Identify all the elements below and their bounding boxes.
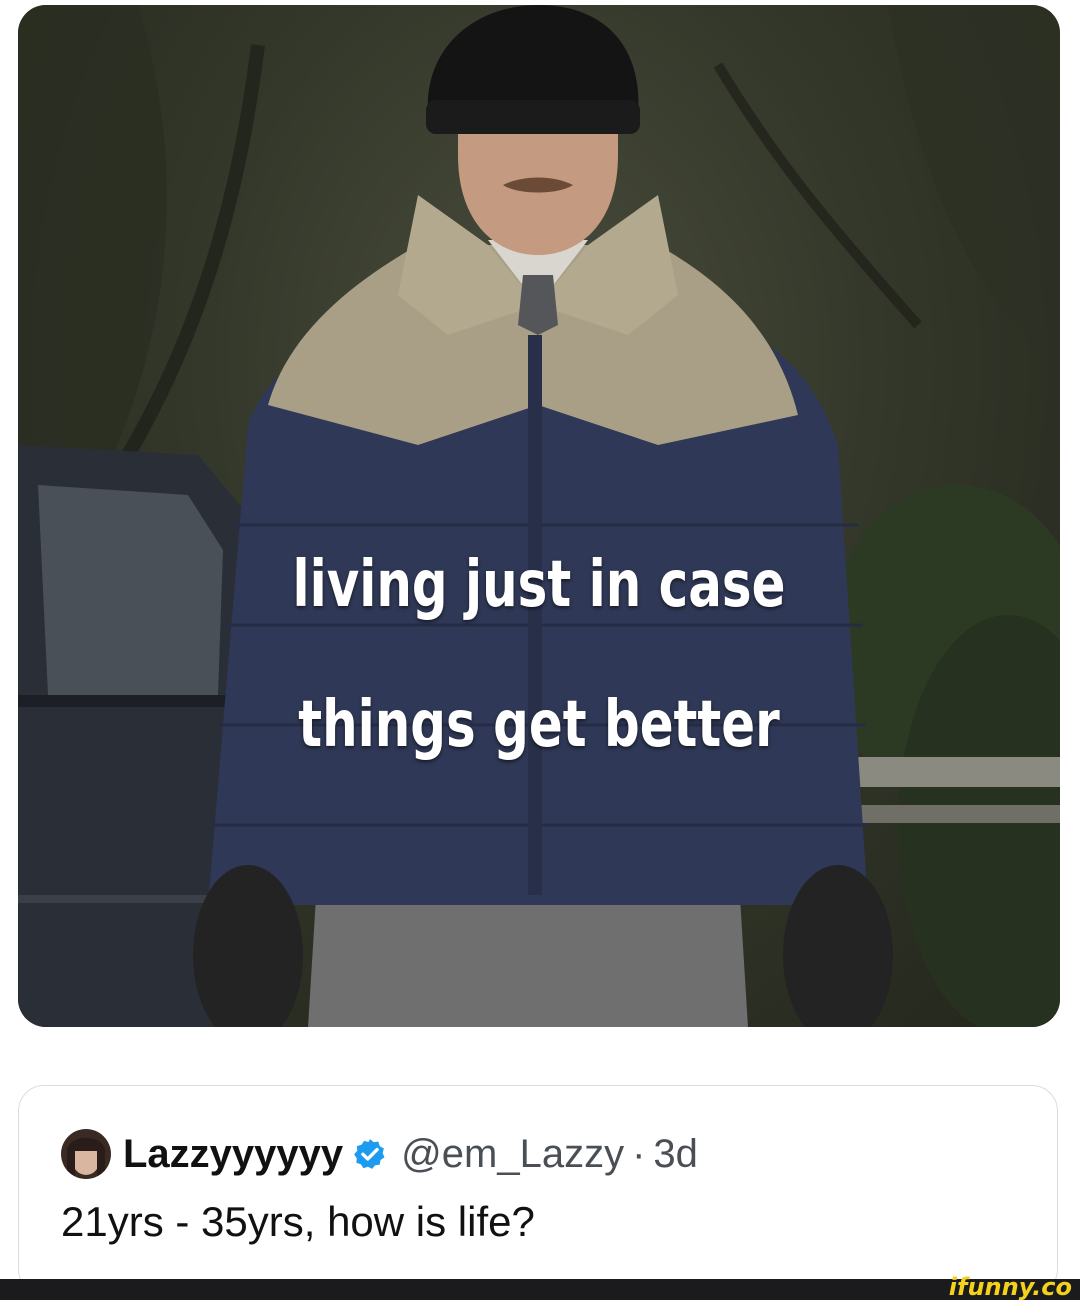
tweet-text: 21yrs - 35yrs, how is life? <box>61 1198 535 1245</box>
photo-illustration <box>18 5 1060 1027</box>
meme-photo: living just in case things get better <box>18 5 1060 1027</box>
ifunny-watermark: ifunny.co <box>948 1273 1072 1300</box>
tweet-header: Lazzyyyyyy @em_Lazzy · 3d <box>61 1124 698 1184</box>
tweet-age[interactable]: 3d <box>653 1132 698 1177</box>
avatar-image <box>61 1129 111 1179</box>
caption-line-1: living just in case <box>292 548 786 622</box>
caption-line-2: things get better <box>298 688 780 762</box>
verified-badge-icon <box>354 1139 385 1169</box>
user-handle[interactable]: @em_Lazzy <box>401 1132 624 1177</box>
tweet-card[interactable]: Lazzyyyyyy @em_Lazzy · 3d 21yrs - 35yrs,… <box>18 1085 1058 1295</box>
page: living just in case things get better La… <box>0 0 1080 1300</box>
avatar[interactable] <box>61 1129 111 1179</box>
separator-dot: · <box>632 1131 646 1176</box>
display-name[interactable]: Lazzyyyyyy <box>123 1132 343 1177</box>
watermark-bar: ifunny.co <box>0 1275 1080 1300</box>
